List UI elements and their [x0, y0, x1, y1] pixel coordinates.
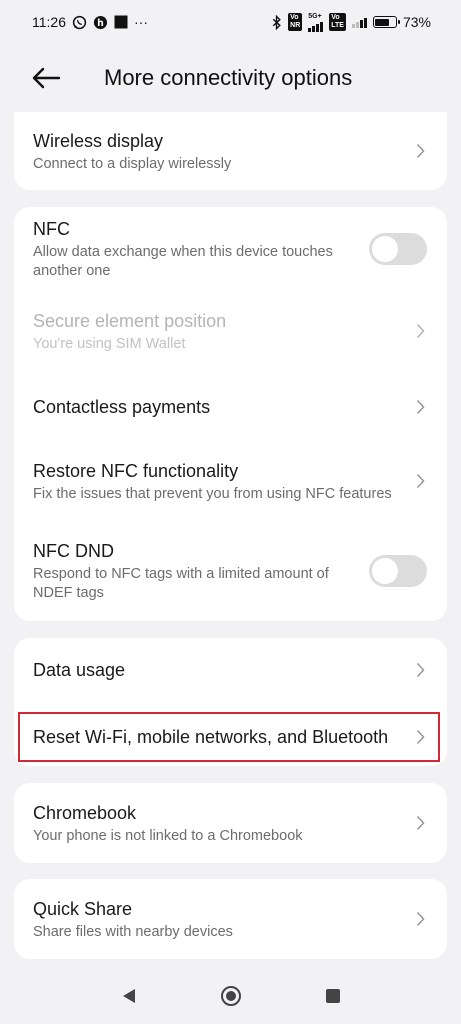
secure-element-subtitle: You're using SIM Wallet: [33, 335, 186, 352]
restore-nfc-item[interactable]: Restore NFC functionality Fix the issues…: [14, 449, 447, 513]
nfc-subtitle: Allow data exchange when this device tou…: [33, 244, 333, 279]
battery-icon: [372, 16, 400, 28]
data-usage-text: Data usage: [33, 658, 405, 682]
status-bar: 11:26 h ··· Vo NR 5G+ Vo LTE 73%: [0, 0, 461, 44]
wireless-display-text: Wireless display Connect to a display wi…: [33, 129, 405, 174]
reset-networks-title: Reset Wi-Fi, mobile networks, and Blueto…: [33, 727, 389, 747]
app-notification-icon: h: [93, 15, 108, 30]
wireless-display-subtitle: Connect to a display wirelessly: [33, 155, 232, 172]
circle-home-icon: [220, 986, 241, 1006]
nfc-dnd-toggle-knob: [372, 558, 398, 584]
chromebook-subtitle: Your phone is not linked to a Chromebook: [33, 827, 303, 844]
nfc-dnd-toggle[interactable]: [369, 555, 427, 587]
bluetooth-icon: [272, 14, 282, 30]
nfc-dnd-title: NFC DND: [33, 541, 114, 561]
back-arrow-icon: [32, 67, 61, 89]
nfc-dnd-text: NFC DND Respond to NFC tags with a limit…: [33, 539, 359, 603]
restore-nfc-text: Restore NFC functionality Fix the issues…: [33, 459, 405, 504]
network-type-label: 5G+: [308, 12, 322, 20]
volte-nr-badge: Vo NR: [288, 13, 303, 31]
chevron-right-icon: [413, 473, 427, 489]
secure-element-text: Secure element position You're using SIM…: [33, 309, 405, 354]
card-chromebook: Chromebook Your phone is not linked to a…: [14, 783, 447, 863]
card-data-reset: Data usage Reset Wi-Fi, mobile networks,…: [14, 638, 447, 766]
battery-percent: 73%: [402, 14, 431, 30]
restore-nfc-title: Restore NFC functionality: [33, 460, 239, 481]
chevron-right-icon: [413, 729, 427, 745]
chevron-right-icon: [413, 911, 427, 927]
nfc-toggle-knob: [372, 236, 398, 262]
status-bar-left: 11:26 h ···: [32, 14, 148, 30]
data-usage-title: Data usage: [33, 660, 126, 680]
chevron-right-icon: [413, 815, 427, 831]
quick-share-text: Quick Share Share files with nearby devi…: [33, 897, 405, 942]
nav-recents-button[interactable]: [321, 984, 345, 1008]
contactless-payments-title: Contactless payments: [33, 397, 211, 417]
nfc-toggle[interactable]: [369, 233, 427, 265]
reset-networks-text: Reset Wi-Fi, mobile networks, and Blueto…: [33, 725, 405, 749]
svg-text:h: h: [97, 17, 104, 28]
status-bar-right: Vo NR 5G+ Vo LTE 73%: [272, 13, 431, 32]
nfc-dnd-subtitle: Respond to NFC tags with a limited amoun…: [33, 566, 329, 601]
system-nav-bar: [0, 968, 461, 1024]
chevron-right-icon: [413, 399, 427, 415]
nfc-item[interactable]: NFC Allow data exchange when this device…: [14, 207, 447, 291]
nfc-dnd-item[interactable]: NFC DND Respond to NFC tags with a limit…: [14, 529, 447, 613]
card-quick-share: Quick Share Share files with nearby devi…: [14, 879, 447, 959]
clock: 11:26: [32, 14, 66, 30]
page-title: More connectivity options: [104, 65, 353, 90]
chromebook-title: Chromebook: [33, 802, 137, 823]
chromebook-item[interactable]: Chromebook Your phone is not linked to a…: [14, 783, 447, 863]
more-notifications-icon: ···: [134, 14, 148, 30]
nfc-text: NFC Allow data exchange when this device…: [33, 217, 359, 281]
square-recents-icon: [325, 989, 340, 1003]
square-notification-icon: [114, 15, 128, 29]
secure-element-item: Secure element position You're using SIM…: [14, 299, 447, 363]
wireless-display-item[interactable]: Wireless display Connect to a display wi…: [14, 112, 447, 190]
back-button[interactable]: [16, 52, 76, 104]
quick-share-item[interactable]: Quick Share Share files with nearby devi…: [14, 879, 447, 959]
chevron-right-icon: [413, 323, 427, 339]
nav-home-button[interactable]: [219, 984, 243, 1008]
data-usage-item[interactable]: Data usage: [14, 638, 447, 702]
nav-back-button[interactable]: [117, 984, 141, 1008]
secure-element-title: Secure element position: [33, 310, 227, 331]
chromebook-text: Chromebook Your phone is not linked to a…: [33, 801, 405, 846]
sim1-signal-group: 5G+: [308, 12, 324, 32]
restore-nfc-subtitle: Fix the issues that prevent you from usi…: [33, 485, 392, 502]
sim1-signal-icon: [308, 20, 324, 32]
card-nfc: NFC Allow data exchange when this device…: [14, 207, 447, 621]
sim2-signal-icon: [351, 16, 367, 28]
volte-lte-badge: Vo LTE: [329, 13, 346, 31]
triangle-back-icon: [122, 989, 135, 1003]
quick-share-subtitle: Share files with nearby devices: [33, 923, 233, 940]
chevron-right-icon: [413, 143, 427, 159]
wireless-display-title: Wireless display: [33, 130, 164, 151]
reset-networks-item[interactable]: Reset Wi-Fi, mobile networks, and Blueto…: [14, 712, 447, 762]
nfc-title: NFC: [33, 219, 70, 239]
chevron-right-icon: [413, 662, 427, 678]
battery-fill: [375, 18, 390, 26]
whatsapp-icon: [72, 15, 87, 30]
contactless-payments-text: Contactless payments: [33, 395, 405, 419]
contactless-payments-item[interactable]: Contactless payments: [14, 377, 447, 437]
screen: 11:26 h ··· Vo NR 5G+ Vo LTE 73% More co…: [0, 0, 461, 1024]
quick-share-title: Quick Share: [33, 898, 133, 919]
card-wireless-display: Wireless display Connect to a display wi…: [14, 112, 447, 190]
app-bar: More connectivity options: [0, 52, 461, 104]
